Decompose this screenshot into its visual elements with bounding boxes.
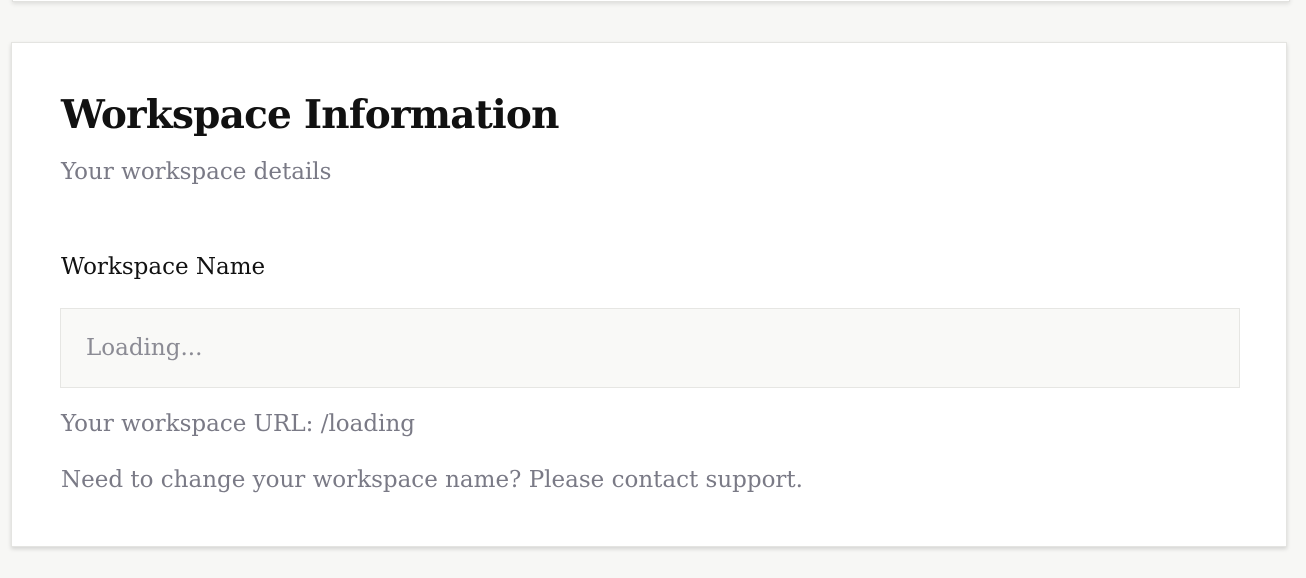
workspace-name-label: Workspace Name (61, 254, 266, 280)
workspace-information-card: Workspace Information Your workspace det… (11, 42, 1287, 547)
support-note: Need to change your workspace name? Plea… (61, 467, 803, 493)
workspace-url-label: Your workspace URL: (61, 411, 314, 437)
workspace-url-value: /loading (320, 411, 415, 437)
workspace-url-line: Your workspace URL: /loading (61, 409, 415, 439)
workspace-name-input[interactable] (60, 308, 1240, 388)
previous-card-edge (12, 0, 1290, 2)
card-subtitle: Your workspace details (61, 159, 332, 185)
card-title: Workspace Information (61, 92, 560, 138)
